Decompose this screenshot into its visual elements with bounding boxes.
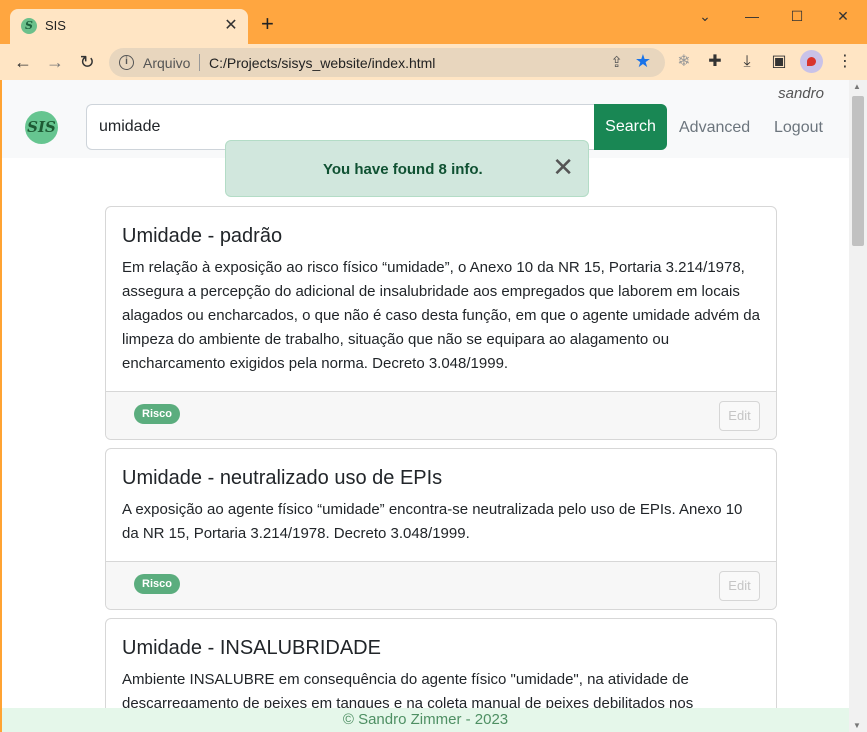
url-text[interactable]: C:/Projects/sisys_website/index.html: [209, 55, 435, 71]
maximize-icon[interactable]: ☐: [782, 6, 812, 26]
menu-kebab-icon[interactable]: ⋮: [833, 50, 857, 74]
card-title: Umidade - padrão: [122, 225, 283, 247]
scroll-thumb[interactable]: [852, 96, 864, 246]
puzzle-icon[interactable]: ✚: [703, 50, 727, 74]
card-title: Umidade - neutralizado uso de EPIs: [122, 467, 443, 489]
logout-link[interactable]: Logout: [774, 119, 823, 137]
tab-close-icon[interactable]: ✕: [222, 17, 240, 35]
alert-message: You have found 8 info.: [323, 161, 483, 178]
category-badge: Risco: [134, 404, 180, 424]
tab-title: SIS: [45, 18, 66, 33]
address-scheme-label: Arquivo: [143, 55, 191, 71]
info-card: Umidade - neutralizado uso de EPIs A exp…: [105, 448, 777, 610]
card-title: Umidade - INSALUBRIDADE: [122, 637, 381, 659]
card-footer: Risco Edit: [106, 561, 776, 609]
edit-button[interactable]: Edit: [719, 571, 760, 601]
advanced-link[interactable]: Advanced: [679, 119, 750, 137]
results-alert: You have found 8 info. ✕: [225, 140, 589, 197]
scrollbar[interactable]: ▲ ▼: [849, 80, 867, 732]
card-text: Em relação à exposição ao risco físico “…: [122, 259, 760, 372]
category-badge: Risco: [134, 574, 180, 594]
card-body: Umidade - neutralizado uso de EPIs A exp…: [106, 449, 776, 546]
extension-snowflake-icon[interactable]: ❄: [672, 50, 696, 74]
edit-button[interactable]: Edit: [719, 401, 760, 431]
download-icon[interactable]: ⤓: [735, 50, 759, 74]
side-panel-icon[interactable]: ▣: [767, 50, 791, 74]
address-separator: [199, 54, 200, 71]
page-footer: © Sandro Zimmer - 2023: [2, 708, 849, 732]
info-card: Umidade - padrão Em relação à exposição …: [105, 206, 777, 440]
window-close-icon[interactable]: ✕: [828, 6, 858, 26]
profile-avatar[interactable]: [800, 50, 823, 73]
card-text: A exposição ao agente físico “umidade” e…: [122, 501, 743, 542]
username: sandro: [778, 85, 824, 102]
search-button[interactable]: Search: [594, 104, 667, 150]
minimize-icon[interactable]: —: [737, 6, 767, 26]
forward-arrow-icon[interactable]: →: [43, 50, 67, 74]
share-icon[interactable]: ⇪: [610, 53, 623, 71]
reload-icon[interactable]: ↻: [75, 50, 99, 74]
browser-tab[interactable]: S SIS ✕: [10, 9, 248, 44]
new-tab-button[interactable]: +: [261, 13, 274, 35]
star-icon[interactable]: ★: [635, 51, 651, 72]
tab-search-chevron-icon[interactable]: ⌄: [690, 6, 720, 26]
address-bar[interactable]: i Arquivo C:/Projects/sisys_website/inde…: [109, 48, 665, 77]
card-footer: Risco Edit: [106, 391, 776, 439]
browser-toolbar: ← → ↻ i Arquivo C:/Projects/sisys_websit…: [0, 44, 867, 80]
scroll-down-icon[interactable]: ▼: [853, 721, 861, 730]
card-body: Umidade - INSALUBRIDADE Ambiente INSALUB…: [106, 619, 776, 716]
page-viewport: SIS sandro Search Advanced Logout Umidad…: [2, 80, 849, 732]
tab-favicon-icon: S: [21, 18, 37, 34]
title-bar: S SIS ✕ + ⌄ — ☐ ✕: [0, 0, 867, 44]
scroll-up-icon[interactable]: ▲: [853, 82, 861, 91]
info-icon[interactable]: i: [119, 55, 134, 70]
card-body: Umidade - padrão Em relação à exposição …: [106, 207, 776, 376]
alert-close-icon[interactable]: ✕: [552, 154, 574, 180]
back-arrow-icon[interactable]: ←: [11, 50, 35, 74]
app-logo[interactable]: SIS: [25, 111, 58, 144]
